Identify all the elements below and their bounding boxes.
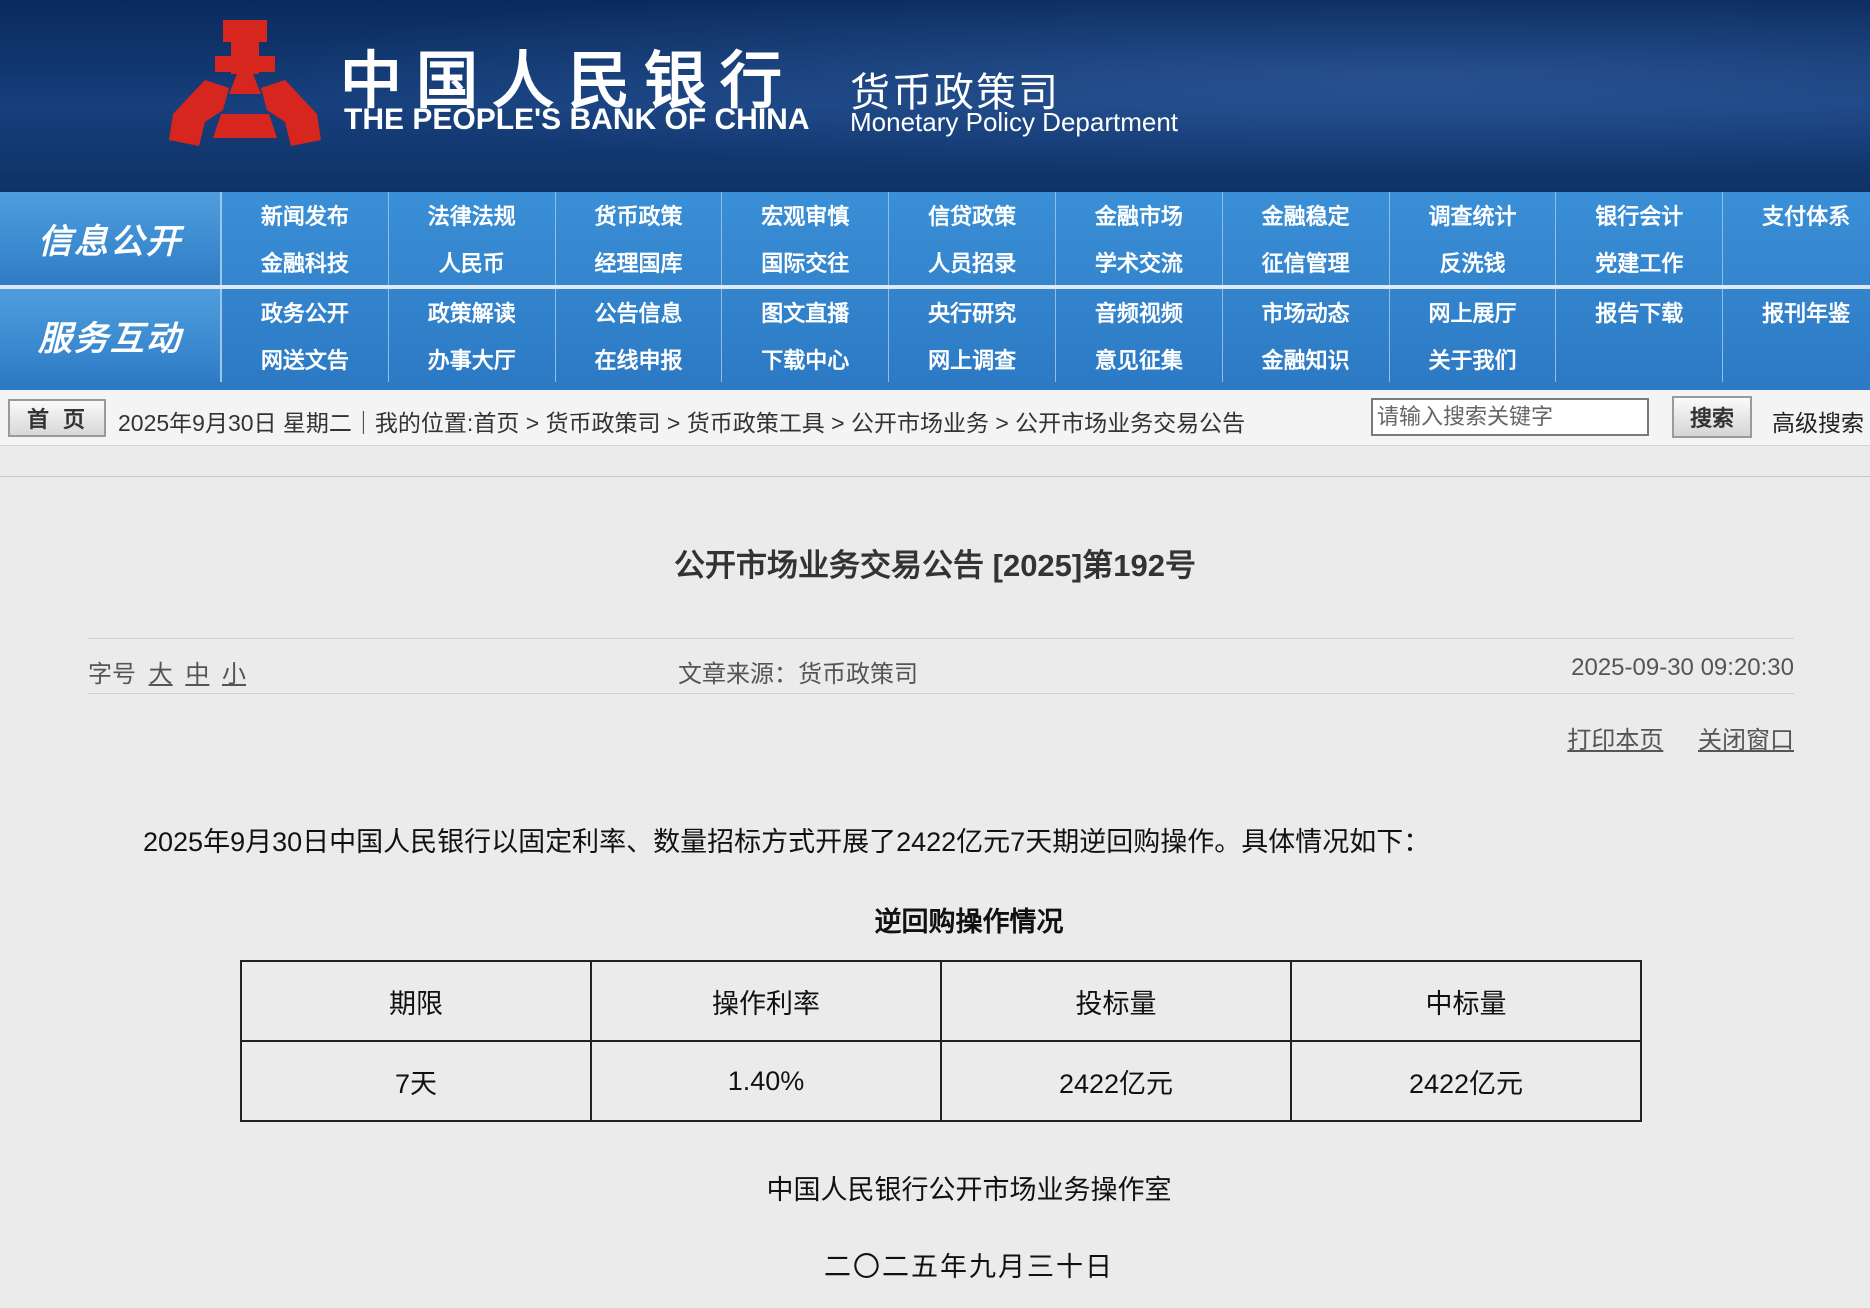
nav-item[interactable]: 意见征集 xyxy=(1056,335,1223,382)
nav-item[interactable]: 征信管理 xyxy=(1223,238,1390,285)
nav-item-empty xyxy=(1723,238,1870,285)
nav-item[interactable]: 人民币 xyxy=(389,238,556,285)
nav-item[interactable]: 反洗钱 xyxy=(1390,238,1557,285)
nav-item[interactable]: 市场动态 xyxy=(1223,289,1390,335)
nav-item[interactable]: 新闻发布 xyxy=(222,192,389,238)
nav-item[interactable]: 政务公开 xyxy=(222,289,389,335)
font-size-small[interactable]: 小 xyxy=(222,661,246,688)
table-cell: 2422亿元 xyxy=(1290,1040,1642,1122)
nav-item[interactable]: 办事大厅 xyxy=(389,335,556,382)
article-tools: 打印本页 关闭窗口 xyxy=(1539,720,1794,755)
nav-item[interactable]: 报告下载 xyxy=(1556,289,1724,335)
home-button[interactable]: 首页 xyxy=(8,399,106,437)
nav-item[interactable]: 音频视频 xyxy=(1056,289,1223,335)
nav-item[interactable]: 关于我们 xyxy=(1390,335,1557,382)
nav-item[interactable]: 银行会计 xyxy=(1556,192,1724,238)
nav-item-empty xyxy=(1723,335,1870,382)
nav-item[interactable]: 报刊年鉴 xyxy=(1723,289,1870,335)
article-intro: 2025年9月30日中国人民银行以固定利率、数量招标方式开展了2422亿元7天期… xyxy=(143,827,1431,857)
divider xyxy=(0,476,1870,477)
nav-item[interactable]: 党建工作 xyxy=(1556,238,1724,285)
nav-item[interactable]: 金融科技 xyxy=(222,238,389,285)
main-navigation: 信息公开 新闻发布 法律法规 货币政策 宏观审慎 信贷政策 金融市场 金融稳定 … xyxy=(0,192,1870,390)
nav-item[interactable]: 公告信息 xyxy=(556,289,723,335)
table-cell: 7天 xyxy=(240,1040,592,1122)
nav-item[interactable]: 政策解读 xyxy=(389,289,556,335)
breadcrumb-bar: 首页 2025年9月30日 星期二｜我的位置:首页 > 货币政策司 > 货币政策… xyxy=(0,390,1870,446)
table-header-cell: 中标量 xyxy=(1290,960,1642,1042)
nav-item[interactable]: 金融市场 xyxy=(1056,192,1223,238)
reverse-repo-table: 期限 操作利率 投标量 中标量 7天 1.40% 2422亿元 2422亿元 xyxy=(240,960,1642,1122)
nav-item[interactable]: 金融稳定 xyxy=(1223,192,1390,238)
pboc-logo-icon xyxy=(169,20,321,146)
search-input[interactable] xyxy=(1371,398,1649,436)
nav-item[interactable]: 调查统计 xyxy=(1390,192,1557,238)
dept-name-en: Monetary Policy Department xyxy=(850,107,1179,137)
nav-item[interactable]: 货币政策 xyxy=(556,192,723,238)
table-title: 逆回购操作情况 xyxy=(874,907,1064,937)
nav-item[interactable]: 国际交往 xyxy=(722,238,890,285)
article-meta: 字号 大 中 小 文章来源：货币政策司 2025-09-30 09:20:30 xyxy=(88,638,1794,694)
article-source: 文章来源：货币政策司 xyxy=(678,661,918,688)
nav-item[interactable]: 图文直播 xyxy=(722,289,890,335)
nav-section-service: 政务公开 政策解读 公告信息 图文直播 央行研究 音频视频 市场动态 网上展厅 … xyxy=(222,289,1870,382)
nav-item[interactable]: 在线申报 xyxy=(556,335,723,382)
search-button[interactable]: 搜索 xyxy=(1672,396,1752,438)
nav-section-service-label: 服务互动 xyxy=(0,289,222,382)
table-row: 7天 1.40% 2422亿元 2422亿元 xyxy=(240,1040,1642,1122)
nav-item[interactable]: 网上展厅 xyxy=(1390,289,1557,335)
close-window-link[interactable]: 关闭窗口 xyxy=(1698,727,1794,754)
nav-item[interactable]: 法律法规 xyxy=(389,192,556,238)
nav-item[interactable]: 金融知识 xyxy=(1223,335,1390,382)
table-cell: 1.40% xyxy=(590,1040,942,1122)
nav-item[interactable]: 网送文告 xyxy=(222,335,389,382)
font-size-large[interactable]: 大 xyxy=(149,661,173,688)
font-size-medium[interactable]: 中 xyxy=(185,661,209,688)
font-size-label: 字号 xyxy=(88,661,136,688)
nav-item[interactable]: 学术交流 xyxy=(1056,238,1223,285)
nav-item[interactable]: 下载中心 xyxy=(722,335,890,382)
nav-item[interactable]: 宏观审慎 xyxy=(722,192,890,238)
article-title: 公开市场业务交易公告 [2025]第192号 xyxy=(674,548,1196,583)
table-header-cell: 投标量 xyxy=(940,960,1292,1042)
table-header-cell: 操作利率 xyxy=(590,960,942,1042)
print-page-link[interactable]: 打印本页 xyxy=(1567,727,1663,754)
advanced-search-link[interactable]: 高级搜索 xyxy=(1772,404,1864,438)
site-banner: 中国人民银行 THE PEOPLE'S BANK OF CHINA 货币政策司 … xyxy=(0,0,1870,192)
breadcrumb: 2025年9月30日 星期二｜我的位置:首页 > 货币政策司 > 货币政策工具 … xyxy=(118,410,1246,436)
signature-date: 二〇二五年九月三十日 xyxy=(824,1252,1114,1282)
font-size-control: 字号 大 中 小 xyxy=(88,654,246,689)
nav-item[interactable]: 信贷政策 xyxy=(889,192,1056,238)
table-cell: 2422亿元 xyxy=(940,1040,1292,1122)
table-header-row: 期限 操作利率 投标量 中标量 xyxy=(240,960,1642,1042)
nav-section-info-label: 信息公开 xyxy=(0,192,222,285)
signature-org: 中国人民银行公开市场业务操作室 xyxy=(766,1175,1172,1205)
nav-item[interactable]: 人员招录 xyxy=(889,238,1056,285)
nav-item-empty xyxy=(1556,335,1724,382)
bank-name-en: THE PEOPLE'S BANK OF CHINA xyxy=(344,103,810,136)
nav-item[interactable]: 经理国库 xyxy=(556,238,723,285)
table-header-cell: 期限 xyxy=(240,960,592,1042)
nav-item[interactable]: 支付体系 xyxy=(1723,192,1870,238)
nav-item[interactable]: 央行研究 xyxy=(889,289,1056,335)
nav-section-info: 新闻发布 法律法规 货币政策 宏观审慎 信贷政策 金融市场 金融稳定 调查统计 … xyxy=(222,192,1870,285)
nav-item[interactable]: 网上调查 xyxy=(889,335,1056,382)
article-datetime: 2025-09-30 09:20:30 xyxy=(1571,654,1794,681)
